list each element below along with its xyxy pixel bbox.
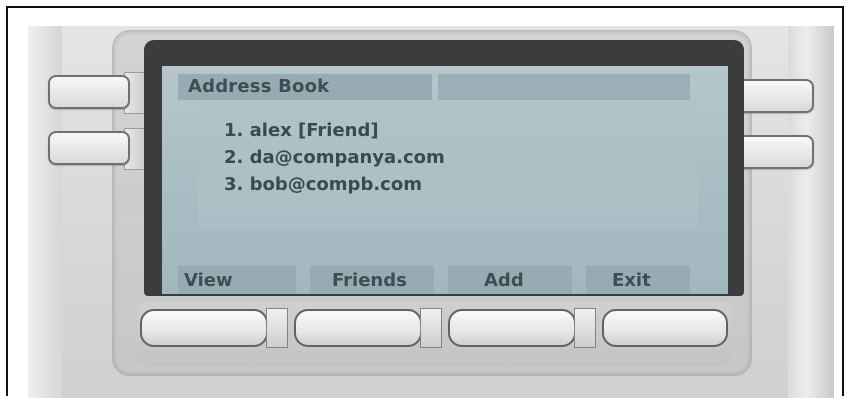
list-item[interactable]: 3. bob@compb.com (224, 174, 422, 195)
screen-title: Address Book (188, 76, 330, 97)
softkey-label-exit: Exit (612, 270, 651, 291)
right-line-button-1[interactable] (732, 79, 814, 113)
right-line-button-2[interactable] (732, 135, 814, 169)
softkey-divider (420, 308, 442, 348)
softkey-button-view[interactable] (140, 309, 268, 347)
lcd-screen: Address Book 1. alex [Friend] 2. da@comp… (162, 66, 728, 294)
softkey-divider (266, 308, 288, 348)
list-item[interactable]: 1. alex [Friend] (224, 120, 379, 141)
list-item[interactable]: 2. da@companya.com (224, 147, 445, 168)
left-line-button-1[interactable] (48, 75, 130, 109)
softkey-button-friends[interactable] (294, 309, 422, 347)
softkey-label-view: View (184, 270, 233, 291)
phone-display-photo: Address Book 1. alex [Friend] 2. da@comp… (28, 26, 834, 398)
softkey-button-add[interactable] (448, 309, 576, 347)
title-bar-right (438, 74, 690, 100)
softkey-divider (574, 308, 596, 348)
softkey-label-add: Add (484, 270, 524, 291)
screenshot-frame: Address Book 1. alex [Friend] 2. da@comp… (6, 6, 844, 398)
softkey-button-exit[interactable] (602, 309, 728, 347)
left-line-button-2[interactable] (48, 131, 130, 165)
softkey-label-friends: Friends (332, 270, 407, 291)
